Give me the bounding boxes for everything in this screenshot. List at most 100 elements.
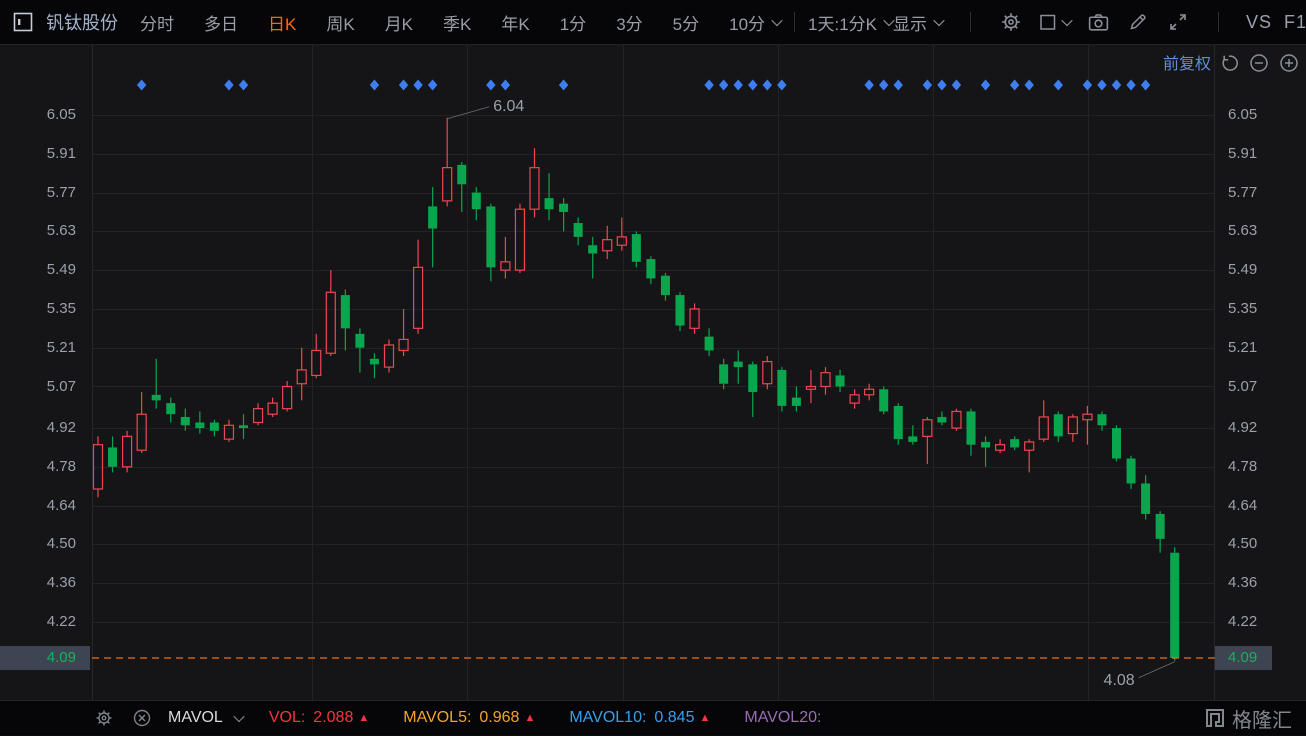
event-diamond-icon[interactable] (137, 80, 146, 91)
event-diamond-icon[interactable] (763, 80, 772, 91)
compound-period-selector[interactable]: 1天:1分K (808, 10, 893, 35)
y-axis-label-left: 5.91 (0, 144, 76, 164)
candle-down (1054, 414, 1063, 436)
left-panel-toggle-icon[interactable] (10, 9, 36, 35)
event-diamond-icon[interactable] (501, 80, 510, 91)
event-diamond-icon[interactable] (1141, 80, 1150, 91)
candle-down (734, 362, 743, 368)
mavol10-value: 0.845 (654, 709, 694, 727)
candle-up (224, 425, 233, 439)
chevron-down-icon (933, 15, 944, 26)
event-diamond-icon[interactable] (428, 80, 437, 91)
event-diamond-icon[interactable] (923, 80, 932, 91)
event-diamond-icon[interactable] (559, 80, 568, 91)
candle-down (486, 206, 495, 267)
event-diamond-icon[interactable] (239, 80, 248, 91)
display-selector[interactable]: 显示 (893, 10, 943, 35)
mavol10-label: MAVOL10: (569, 709, 646, 727)
tab-月K[interactable]: 月K (385, 10, 413, 35)
candle-style-selector[interactable] (1038, 12, 1071, 32)
tab-分时[interactable]: 分时 (140, 10, 174, 35)
event-diamond-icon[interactable] (704, 80, 713, 91)
candlestick-plot[interactable]: 6.044.08 (92, 45, 1215, 700)
tab-年K[interactable]: 年K (501, 10, 529, 35)
tab-日K[interactable]: 日K (268, 10, 296, 35)
low-annotation-line (1139, 662, 1175, 678)
y-axis-label-left: 5.49 (0, 260, 76, 280)
event-diamond-icon[interactable] (1126, 80, 1135, 91)
event-diamond-icon[interactable] (734, 80, 743, 91)
tab-周K[interactable]: 周K (326, 10, 354, 35)
tab-5分[interactable]: 5分 (673, 10, 699, 35)
up-triangle-icon: ▲ (358, 712, 369, 724)
mavol20-legend: MAVOL20: (744, 709, 829, 727)
event-diamond-icon[interactable] (370, 80, 379, 91)
fullscreen-expand-icon[interactable] (1165, 9, 1191, 35)
event-diamond-icon[interactable] (952, 80, 961, 91)
candle-up (312, 350, 321, 375)
candlestick-chart-pane[interactable]: 前复权 6.044.08 4.09 4.09 6.056.055.915.915… (0, 45, 1306, 700)
draw-pencil-icon[interactable] (1125, 9, 1151, 35)
event-diamond-icon[interactable] (413, 80, 422, 91)
tab-季K[interactable]: 季K (443, 10, 471, 35)
candle-up (123, 436, 132, 466)
candle-down (836, 375, 845, 386)
tab-10分[interactable]: 10分 (729, 10, 781, 35)
event-diamond-icon[interactable] (1010, 80, 1019, 91)
event-diamond-icon[interactable] (894, 80, 903, 91)
event-diamond-icon[interactable] (1054, 80, 1063, 91)
event-diamond-icon[interactable] (719, 80, 728, 91)
f10-button[interactable]: F10 (1284, 12, 1306, 33)
vol-label: VOL: (269, 709, 305, 727)
close-indicator-icon[interactable] (130, 706, 154, 730)
compound-period-label: 1天:1分K (808, 10, 877, 35)
y-axis-label-right: 4.64 (1228, 496, 1257, 516)
camera-screenshot-icon[interactable] (1085, 9, 1111, 35)
candle-down (559, 204, 568, 212)
mavol-indicator-selector[interactable]: MAVOL (168, 709, 243, 727)
mavol20-label: MAVOL20: (744, 709, 821, 727)
candle-down (108, 447, 117, 466)
candle-up (690, 309, 699, 328)
toolbar-divider (794, 12, 795, 32)
mavol10-legend: MAVOL10: 0.845 ▲ (569, 709, 710, 727)
event-diamond-icon[interactable] (224, 80, 233, 91)
tab-多日[interactable]: 多日 (204, 10, 238, 35)
y-axis-label-right: 5.21 (1228, 338, 1257, 358)
settings-gear-icon[interactable] (998, 9, 1024, 35)
candle-down (894, 406, 903, 439)
gelonghui-watermark: 格隆汇 (1204, 704, 1292, 733)
tab-1分[interactable]: 1分 (560, 10, 586, 35)
zoom-in-icon[interactable] (1278, 52, 1300, 74)
event-diamond-icon[interactable] (399, 80, 408, 91)
event-diamond-icon[interactable] (748, 80, 757, 91)
indicator-settings-gear-icon[interactable] (92, 706, 116, 730)
candle-up (443, 168, 452, 201)
event-diamond-icon[interactable] (937, 80, 946, 91)
candle-up (1068, 417, 1077, 434)
stock-name[interactable]: 钒钛股份 (46, 9, 118, 35)
undo-icon[interactable] (1218, 52, 1240, 74)
watermark-text: 格隆汇 (1232, 704, 1292, 733)
event-diamond-icon[interactable] (1083, 80, 1092, 91)
vs-compare-button[interactable]: VS (1246, 12, 1272, 33)
candle-down (1112, 428, 1121, 458)
tab-3分[interactable]: 3分 (616, 10, 642, 35)
zoom-out-icon[interactable] (1248, 52, 1270, 74)
event-diamond-icon[interactable] (1097, 80, 1106, 91)
y-axis-label-left: 4.92 (0, 418, 76, 438)
vol-value: 2.088 (313, 709, 353, 727)
candle-up (617, 237, 626, 245)
event-diamond-icon[interactable] (1025, 80, 1034, 91)
y-axis-label-right: 5.35 (1228, 299, 1257, 319)
event-diamond-icon[interactable] (981, 80, 990, 91)
event-diamond-icon[interactable] (1112, 80, 1121, 91)
candle-down (588, 245, 597, 253)
mavol5-label: MAVOL5: (403, 709, 471, 727)
candle-up (137, 414, 146, 450)
y-axis-label-left: 4.22 (0, 612, 76, 632)
candle-down (239, 425, 248, 428)
event-diamond-icon[interactable] (879, 80, 888, 91)
event-diamond-icon[interactable] (486, 80, 495, 91)
event-diamond-icon[interactable] (864, 80, 873, 91)
